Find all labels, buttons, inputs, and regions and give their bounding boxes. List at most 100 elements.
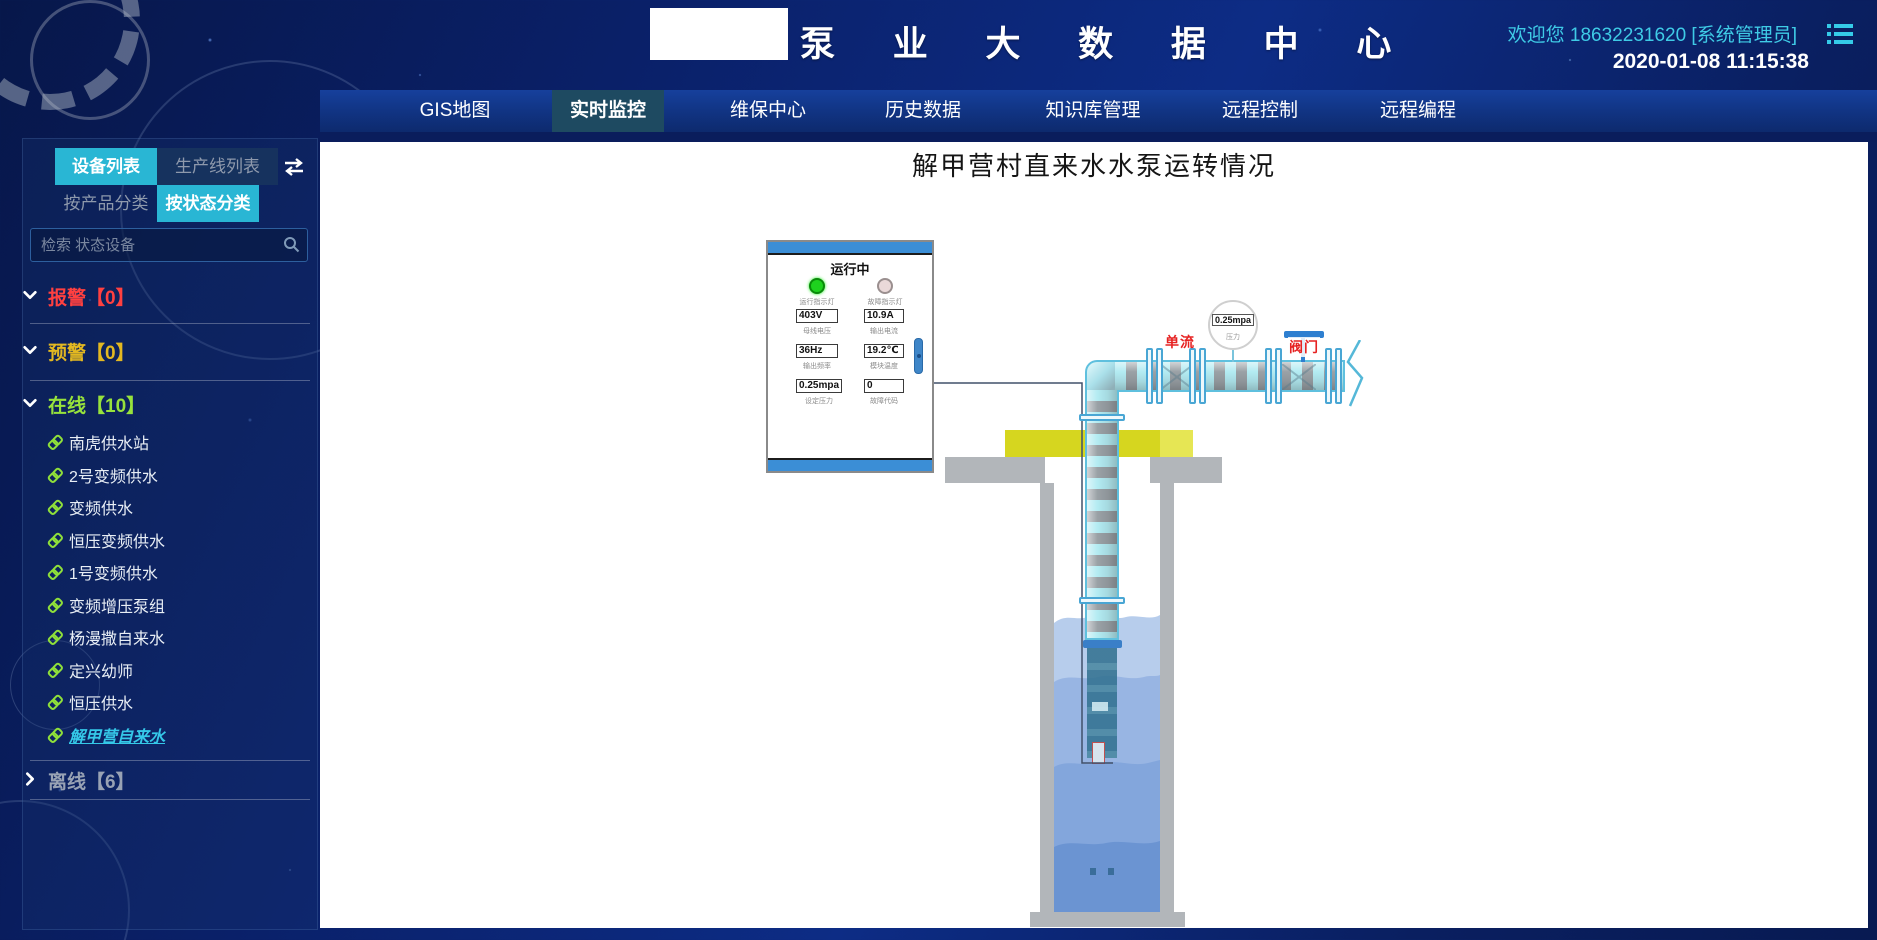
link-icon	[45, 530, 65, 550]
device-item[interactable]: 变频供水	[0, 491, 320, 524]
offline-count: 【6】	[86, 772, 135, 793]
tree-section-online[interactable]: 在线【10】	[0, 390, 320, 418]
nav-tab-maintenance[interactable]: 维保中心	[712, 90, 824, 132]
output-frequency-label: 输出频率	[787, 361, 847, 371]
nav-tab-knowledge[interactable]: 知识库管理	[1027, 90, 1158, 132]
tab-by-status[interactable]: 按状态分类	[157, 185, 259, 222]
nav-tab-history[interactable]: 历史数据	[867, 90, 979, 132]
cabinet-door-handle	[914, 338, 923, 374]
tab-by-product[interactable]: 按产品分类	[55, 185, 157, 222]
nav-tab-remote-programming[interactable]: 远程编程	[1362, 90, 1474, 132]
link-icon	[45, 497, 65, 517]
warning-count: 【0】	[86, 343, 135, 364]
welcome-user-text[interactable]: 欢迎您 18632231620 [系统管理员]	[1508, 20, 1797, 47]
device-item[interactable]: 2号变频供水	[0, 459, 320, 492]
pipe-flange	[1325, 348, 1332, 404]
nav-tab-realtime-monitor[interactable]: 实时监控	[552, 90, 664, 132]
search-input[interactable]	[30, 228, 308, 262]
online-device-list: 南虎供水站 2号变频供水 变频供水 恒压变频供水 1号变频供水 变频增压泵组 杨…	[0, 426, 320, 751]
output-frequency-value: 36Hz	[796, 344, 838, 358]
valve-mark	[1282, 364, 1316, 390]
pipe-flange	[1265, 348, 1272, 404]
link-icon	[45, 725, 65, 745]
pipe-break-symbol	[1344, 340, 1370, 408]
pump-foot	[1090, 868, 1096, 875]
device-item-selected[interactable]: 解甲营自来水	[0, 719, 320, 752]
pump-label-sticker	[1092, 702, 1108, 711]
set-pressure-value: 0.25mpa	[796, 379, 842, 393]
module-temp-label: 模块温度	[854, 361, 914, 371]
pipe-flange	[1199, 348, 1206, 404]
divider	[30, 799, 310, 800]
datetime-display: 2020-01-08 11:15:38	[1613, 50, 1809, 74]
set-pressure-label: 设定压力	[789, 396, 849, 406]
online-count: 【10】	[86, 396, 145, 417]
vfd-control-panel[interactable]: 运行中 运行指示灯 故障指示灯 403V 母线电压 10.9A 输出电流 36H…	[766, 240, 934, 473]
nav-tab-remote-control[interactable]: 远程控制	[1204, 90, 1316, 132]
output-current-value: 10.9A	[864, 309, 904, 323]
link-icon	[45, 692, 65, 712]
panel-bottom-bar	[768, 458, 932, 471]
pipe-flange	[1275, 348, 1282, 404]
panel-status: 运行中	[768, 259, 932, 278]
header: 泵 业 大 数 据 中 心 欢迎您 18632231620 [系统管理员] 20…	[0, 0, 1877, 90]
pipe-elbow	[1085, 360, 1119, 394]
well-wall-right	[1160, 483, 1174, 912]
fault-code-label: 故障代码	[854, 396, 914, 406]
offline-label: 离线	[48, 772, 86, 793]
riser-flange	[1079, 597, 1125, 604]
riser-flange	[1079, 414, 1125, 421]
run-light-label: 运行指示灯	[782, 297, 852, 307]
device-item[interactable]: 恒压变频供水	[0, 524, 320, 557]
pump-collar	[1083, 640, 1122, 648]
alarm-count: 【0】	[86, 288, 135, 309]
main-nav: GIS地图 实时监控 维保中心 历史数据 知识库管理 远程控制 远程编程	[320, 90, 1877, 132]
chevron-down-icon[interactable]	[22, 342, 40, 360]
link-icon	[45, 465, 65, 485]
well-bottom	[1030, 912, 1185, 927]
device-item[interactable]: 1号变频供水	[0, 556, 320, 589]
chevron-down-icon[interactable]	[22, 287, 40, 305]
device-item[interactable]: 杨漫撒自来水	[0, 621, 320, 654]
pump-nameplate	[1092, 742, 1105, 764]
fault-code-value: 0	[864, 379, 904, 393]
link-icon	[45, 660, 65, 680]
search-icon[interactable]	[283, 236, 300, 258]
link-icon	[45, 432, 65, 452]
warning-label: 预警	[48, 343, 86, 364]
device-item[interactable]: 恒压供水	[0, 686, 320, 719]
device-item[interactable]: 南虎供水站	[0, 426, 320, 459]
pressure-gauge[interactable]: 0.25mpa 压力	[1208, 300, 1258, 350]
tree-section-offline[interactable]: 离线【6】	[0, 766, 320, 794]
swap-icon[interactable]	[282, 158, 306, 176]
nav-tab-gis[interactable]: GIS地图	[402, 90, 509, 132]
run-indicator-light	[809, 278, 825, 294]
device-item[interactable]: 变频增压泵组	[0, 589, 320, 622]
module-temp-value: 19.2℃	[864, 344, 904, 358]
gauge-connector	[1232, 350, 1234, 362]
tree-section-warning[interactable]: 预警【0】	[0, 337, 320, 365]
divider	[30, 380, 310, 381]
main-content: 解甲营村直来水水泵运转情况 0.25	[320, 142, 1868, 928]
ground-slab-right	[1150, 457, 1222, 483]
output-current-label: 输出电流	[854, 326, 914, 336]
menu-list-icon[interactable]	[1827, 24, 1853, 44]
chevron-right-icon[interactable]	[22, 771, 40, 789]
page-title: 解甲营村直来水水泵运转情况	[320, 146, 1868, 183]
link-icon	[45, 595, 65, 615]
pipe-flange	[1189, 348, 1196, 404]
pipe-flange	[1335, 348, 1342, 404]
online-label: 在线	[48, 396, 86, 417]
tab-device-list[interactable]: 设备列表	[55, 148, 157, 185]
tree-section-alarm[interactable]: 报警【0】	[0, 282, 320, 310]
device-item[interactable]: 定兴幼师	[0, 654, 320, 687]
alarm-label: 报警	[48, 288, 86, 309]
search-box	[30, 228, 308, 262]
chevron-down-icon[interactable]	[22, 395, 40, 413]
bus-voltage-value: 403V	[796, 309, 838, 323]
tab-production-line-list[interactable]: 生产线列表	[157, 148, 278, 185]
pipe-flange	[1146, 348, 1153, 404]
sidebar: 设备列表 生产线列表 按产品分类 按状态分类 报警【0】 预警【0】	[0, 90, 320, 940]
pipe-flange	[1156, 348, 1163, 404]
app-title: 泵 业 大 数 据 中 心	[800, 16, 1415, 67]
